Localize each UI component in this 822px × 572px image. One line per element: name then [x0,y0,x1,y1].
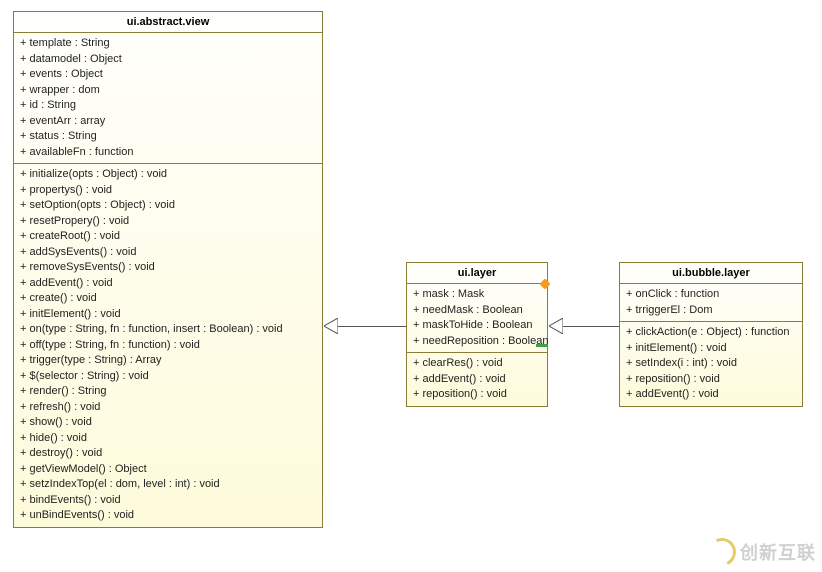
method: + removeSysEvents() : void [20,260,316,276]
method: + bindEvents() : void [20,493,316,509]
attr: + needReposition : Boolean [413,334,541,350]
method: + reposition() : void [626,372,796,388]
attributes-section: + template : String + datamodel : Object… [14,33,322,164]
method: + addEvent() : void [413,372,541,388]
method: + refresh() : void [20,400,316,416]
attr: + needMask : Boolean [413,303,541,319]
method: + addSysEvents() : void [20,245,316,261]
attr: + availableFn : function [20,145,316,161]
method: + trigger(type : String) : Array [20,353,316,369]
class-title: ui.bubble.layer [620,263,802,284]
method: + getViewModel() : Object [20,462,316,478]
class-title: ui.layer [407,263,547,284]
method: + clickAction(e : Object) : function [626,325,796,341]
method: + create() : void [20,291,316,307]
generalization-arrowhead-icon [324,318,338,334]
generalization-arrow [563,326,619,327]
attr: + trriggerEl : Dom [626,303,796,319]
method: + initElement() : void [20,307,316,323]
method: + resetPropery() : void [20,214,316,230]
attr: + events : Object [20,67,316,83]
method: + setIndex(i : int) : void [626,356,796,372]
attr: + onClick : function [626,287,796,303]
attr: + template : String [20,36,316,52]
watermark-text: 创新互联 [740,539,816,565]
class-ui-abstract-view: ui.abstract.view + template : String + d… [13,11,323,528]
method: + $(selector : String) : void [20,369,316,385]
attr: + datamodel : Object [20,52,316,68]
method: + on(type : String, fn : function, inser… [20,322,316,338]
generalization-arrowhead-icon [549,318,563,334]
method: + setOption(opts : Object) : void [20,198,316,214]
attr: + wrapper : dom [20,83,316,99]
attr: + id : String [20,98,316,114]
methods-section: + clickAction(e : Object) : function + i… [620,322,802,406]
method: + reposition() : void [413,387,541,403]
class-title: ui.abstract.view [14,12,322,33]
generalization-arrow [338,326,406,327]
method: + hide() : void [20,431,316,447]
method: + addEvent() : void [20,276,316,292]
method: + initElement() : void [626,341,796,357]
method: + destroy() : void [20,446,316,462]
method: + createRoot() : void [20,229,316,245]
method: + off(type : String, fn : function) : vo… [20,338,316,354]
attr: + status : String [20,129,316,145]
method: + propertys() : void [20,183,316,199]
method: + initialize(opts : Object) : void [20,167,316,183]
method: + unBindEvents() : void [20,508,316,524]
method: + render() : String [20,384,316,400]
watermark-logo: 创新互联 [708,538,816,566]
methods-section: + clearRes() : void + addEvent() : void … [407,353,547,406]
methods-section: + initialize(opts : Object) : void + pro… [14,164,322,527]
method: + setzIndexTop(el : dom, level : int) : … [20,477,316,493]
class-ui-layer: ui.layer + mask : Mask + needMask : Bool… [406,262,548,407]
resize-handle-icon [536,344,548,347]
method: + addEvent() : void [626,387,796,403]
method: + clearRes() : void [413,356,541,372]
attributes-section: + onClick : function + trriggerEl : Dom [620,284,802,322]
swirl-icon [704,534,740,570]
attr: + eventArr : array [20,114,316,130]
attributes-section: + mask : Mask + needMask : Boolean + mas… [407,284,547,353]
attr: + maskToHide : Boolean [413,318,541,334]
attr: + mask : Mask [413,287,541,303]
method: + show() : void [20,415,316,431]
class-ui-bubble-layer: ui.bubble.layer + onClick : function + t… [619,262,803,407]
